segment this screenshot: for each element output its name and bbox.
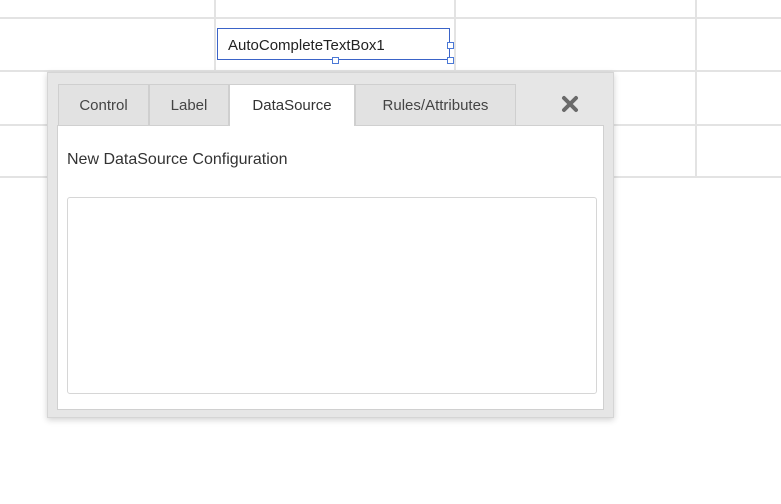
tab-control[interactable]: Control xyxy=(58,84,149,125)
tab-label: Label xyxy=(170,96,208,114)
autocomplete-textbox-control[interactable]: AutoCompleteTextBox1 xyxy=(217,28,450,60)
section-title: New DataSource Configuration xyxy=(67,151,288,168)
tab-label: Control xyxy=(79,96,128,114)
resize-handle-corner[interactable] xyxy=(447,57,454,64)
tab-label[interactable]: Label xyxy=(149,84,229,125)
tab-label: Rules/Attributes xyxy=(382,96,489,114)
properties-panel: Control Label DataSource Rules/Attribute… xyxy=(47,72,614,418)
close-icon[interactable] xyxy=(559,93,581,115)
grid-row-line xyxy=(0,17,781,19)
datasource-config-area[interactable] xyxy=(67,197,597,394)
tab-rules-attributes[interactable]: Rules/Attributes xyxy=(355,84,516,125)
control-label: AutoCompleteTextBox1 xyxy=(228,37,385,54)
resize-handle-bottom[interactable] xyxy=(332,57,339,64)
datasource-tab-content: New DataSource Configuration xyxy=(57,125,604,410)
tab-label: DataSource xyxy=(252,97,332,114)
grid-column-line xyxy=(695,0,697,178)
resize-handle-right[interactable] xyxy=(447,42,454,49)
tab-datasource[interactable]: DataSource xyxy=(229,84,355,126)
